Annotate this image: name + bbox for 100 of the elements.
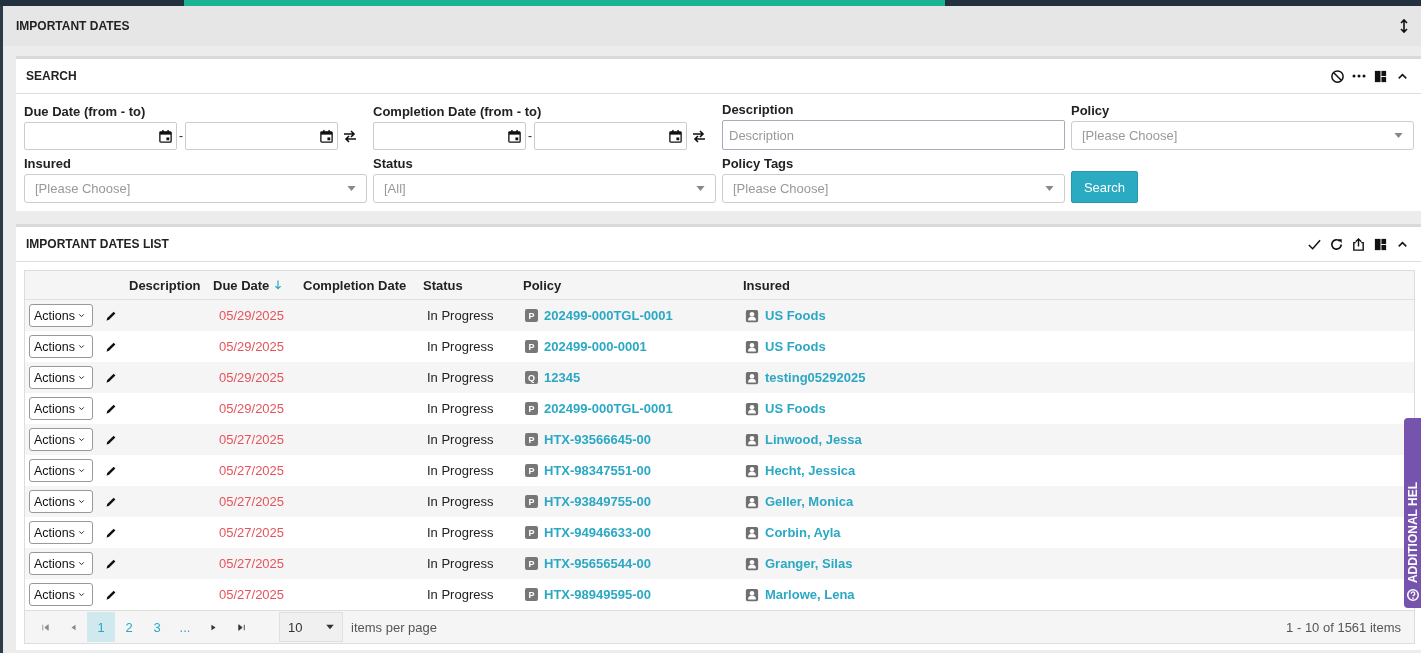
column-header[interactable]: Status	[423, 277, 463, 293]
table-cell-text: In Progress	[426, 370, 494, 385]
page-size-dropdown[interactable]: 10	[279, 612, 343, 642]
table-cell-text: In Progress	[426, 308, 494, 323]
policy-link[interactable]: HTX-93566645-00	[544, 432, 651, 447]
column-header[interactable]: Due Date	[213, 277, 270, 293]
policy-link[interactable]: 12345	[544, 370, 581, 385]
table-cell-text: In Progress	[426, 339, 494, 354]
actions-button[interactable]: Actions	[29, 552, 93, 575]
ban-icon	[1330, 68, 1345, 84]
table-cell-text: 05/29/2025	[218, 370, 285, 385]
field-label: Insured	[24, 156, 72, 171]
insured-link[interactable]: Linwood, Jessa	[765, 432, 862, 447]
date-field[interactable]	[185, 122, 338, 150]
additional-help-tab[interactable]: ADDITIONAL HEL	[1404, 418, 1421, 608]
share-icon	[1351, 236, 1366, 252]
skip-start-icon	[39, 621, 51, 633]
insured-link[interactable]: Hecht, Jessica	[765, 463, 856, 478]
caret-icon	[77, 373, 86, 382]
actions-button[interactable]: Actions	[29, 397, 93, 420]
swap-button[interactable]	[691, 128, 707, 144]
policy-link[interactable]: HTX-98949595-00	[544, 587, 651, 602]
actions-button[interactable]: Actions	[29, 459, 93, 482]
clear-filter-button[interactable]	[1329, 67, 1346, 85]
table-cell-text: 05/27/2025	[218, 494, 285, 509]
panel-title: SEARCH	[26, 69, 78, 83]
swap-arrows-icon	[342, 128, 358, 144]
insured-link[interactable]: US Foods	[765, 308, 826, 323]
insured-link[interactable]: testing05292025	[765, 370, 866, 385]
insured-link[interactable]: Corbin, Ayla	[765, 525, 841, 540]
actions-button[interactable]: Actions	[29, 521, 93, 544]
table-cell-text: 05/27/2025	[218, 525, 285, 540]
policy-type-badge: P	[525, 402, 538, 415]
table-cell-text: 05/29/2025	[218, 308, 285, 323]
actions-button[interactable]: Actions	[29, 366, 93, 389]
page-button[interactable]: 2	[115, 612, 143, 642]
caret-icon	[77, 466, 86, 475]
table-cell-text: 05/27/2025	[218, 587, 285, 602]
person-icon	[745, 370, 759, 385]
policy-type-badge: Q	[525, 371, 538, 384]
policy-link[interactable]: HTX-98347551-00	[544, 463, 651, 478]
page-button[interactable]: 1	[87, 612, 115, 642]
person-icon	[745, 494, 759, 509]
policy-type-badge: P	[525, 526, 538, 539]
page-button[interactable]: 3	[143, 612, 171, 642]
field-label: Status	[373, 156, 414, 171]
insured-link[interactable]: US Foods	[765, 339, 826, 354]
policy-type-badge: P	[525, 433, 538, 446]
table-cell-text: 05/27/2025	[218, 556, 285, 571]
table-cell-text: In Progress	[426, 401, 494, 416]
calendar-icon	[158, 128, 173, 144]
policy-link[interactable]: HTX-95656544-00	[544, 556, 651, 571]
table-cell-text: In Progress	[426, 494, 494, 509]
column-header[interactable]: Completion Date	[303, 277, 407, 293]
calendar-icon	[319, 128, 334, 144]
field-label: Completion Date (from - to)	[373, 104, 543, 119]
person-icon	[745, 308, 759, 323]
dropdown-field[interactable]: [Please Choose]	[24, 174, 367, 203]
date-field[interactable]	[534, 122, 687, 150]
refresh-icon	[1329, 236, 1344, 252]
actions-button[interactable]: Actions	[29, 304, 93, 327]
skip-end-icon	[235, 621, 247, 633]
column-header[interactable]: Policy	[523, 277, 562, 293]
swap-button[interactable]	[342, 128, 358, 144]
caret-icon	[77, 404, 86, 413]
insured-link[interactable]: Granger, Silas	[765, 556, 853, 571]
insured-link[interactable]: Marlowe, Lena	[765, 587, 855, 602]
insured-link[interactable]: Geller, Monica	[765, 494, 854, 509]
more-button[interactable]	[1351, 73, 1367, 79]
insured-link[interactable]: US Foods	[765, 401, 826, 416]
actions-button[interactable]: Actions	[29, 428, 93, 451]
table-cell-text: In Progress	[426, 587, 494, 602]
export-button[interactable]	[1350, 235, 1367, 253]
policy-link[interactable]: HTX-93849755-00	[544, 494, 651, 509]
column-header[interactable]: Description	[129, 277, 201, 293]
policy-type-badge: P	[525, 340, 538, 353]
policy-link[interactable]: 202499-000-0001	[544, 339, 647, 354]
actions-button[interactable]: Actions	[29, 490, 93, 513]
dropdown-field[interactable]: [All]	[373, 174, 716, 203]
policy-link[interactable]: HTX-94946633-00	[544, 525, 651, 540]
table-cell-text: 05/29/2025	[218, 401, 285, 416]
page-button[interactable]: ...	[171, 612, 199, 642]
description-field[interactable]: Description	[722, 120, 1065, 150]
person-icon	[745, 587, 759, 602]
actions-button[interactable]: Actions	[29, 583, 93, 606]
policy-link[interactable]: 202499-000TGL-0001	[544, 308, 673, 323]
caret-icon	[77, 311, 86, 320]
column-header[interactable]: Insured	[743, 277, 790, 293]
actions-button[interactable]: Actions	[29, 335, 93, 358]
search-button[interactable]: Search	[1071, 171, 1138, 203]
caret-icon	[77, 435, 86, 444]
page-title: IMPORTANT DATES	[16, 19, 131, 33]
policy-link[interactable]: 202499-000TGL-0001	[544, 401, 673, 416]
date-field[interactable]	[373, 122, 526, 150]
date-field[interactable]	[24, 122, 177, 150]
calendar-icon	[668, 128, 683, 144]
field-label: Due Date (from - to)	[24, 104, 147, 119]
dropdown-field[interactable]: [Please Choose]	[722, 174, 1065, 203]
dropdown-field[interactable]: [Please Choose]	[1071, 121, 1414, 150]
help-icon	[1405, 588, 1420, 602]
